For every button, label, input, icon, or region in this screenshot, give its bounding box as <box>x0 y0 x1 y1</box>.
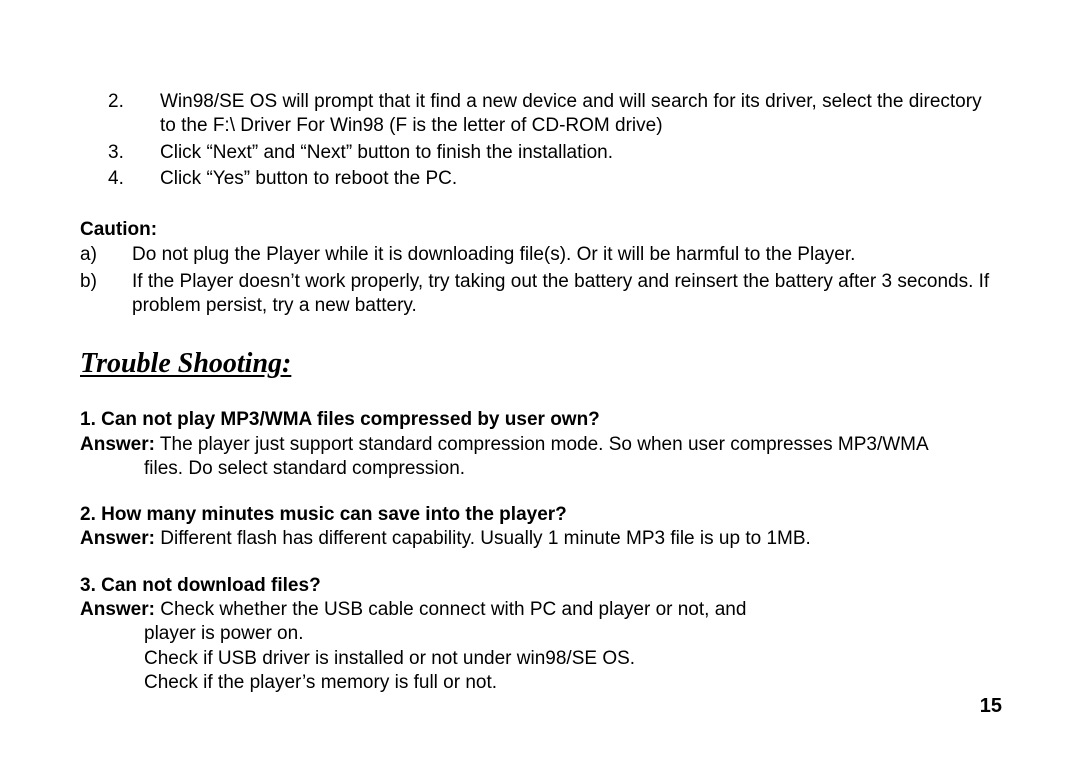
list-item: b) If the Player doesn’t work properly, … <box>80 270 1000 319</box>
list-number: 2. <box>80 90 160 139</box>
answer-label: Answer: <box>80 528 155 549</box>
qa-answer-line: Answer: Check whether the USB cable conn… <box>80 598 1000 622</box>
qa-item: 3. Can not download files? Answer: Check… <box>80 574 1000 696</box>
qa-answer-line: Answer: The player just support standard… <box>80 433 1000 457</box>
list-letter: a) <box>80 243 132 267</box>
list-number: 4. <box>80 167 160 191</box>
list-item: 2. Win98/SE OS will prompt that it find … <box>80 90 1000 139</box>
answer-label: Answer: <box>80 434 155 455</box>
qa-item: 1. Can not play MP3/WMA files compressed… <box>80 408 1000 481</box>
page-number: 15 <box>980 695 1002 718</box>
list-item: 3. Click “Next” and “Next” button to fin… <box>80 141 1000 165</box>
answer-text: Check whether the USB cable connect with… <box>155 599 746 620</box>
answer-text: Different flash has different capability… <box>155 528 811 549</box>
list-letter: b) <box>80 270 132 319</box>
qa-answer-line: Answer: Different flash has different ca… <box>80 527 1000 551</box>
list-text: Win98/SE OS will prompt that it find a n… <box>160 90 1000 139</box>
answer-text: The player just support standard compres… <box>155 434 929 455</box>
qa-question: 2. How many minutes music can save into … <box>80 503 1000 527</box>
qa-answer-line: player is power on. <box>80 622 1000 646</box>
caution-heading: Caution: <box>80 219 1000 241</box>
list-item: a) Do not plug the Player while it is do… <box>80 243 1000 267</box>
qa-question: 3. Can not download files? <box>80 574 1000 598</box>
section-title: Trouble Shooting: <box>80 348 1000 380</box>
document-page: 2. Win98/SE OS will prompt that it find … <box>0 0 1080 764</box>
qa-answer-line: files. Do select standard compression. <box>80 457 1000 481</box>
list-text: Do not plug the Player while it is downl… <box>132 243 1000 267</box>
list-text: If the Player doesn’t work properly, try… <box>132 270 1000 319</box>
list-text: Click “Next” and “Next” button to finish… <box>160 141 1000 165</box>
qa-answer-line: Check if the player’s memory is full or … <box>80 671 1000 695</box>
answer-label: Answer: <box>80 599 155 620</box>
list-number: 3. <box>80 141 160 165</box>
qa-item: 2. How many minutes music can save into … <box>80 503 1000 552</box>
list-item: 4. Click “Yes” button to reboot the PC. <box>80 167 1000 191</box>
qa-question: 1. Can not play MP3/WMA files compressed… <box>80 408 1000 432</box>
qa-answer-line: Check if USB driver is installed or not … <box>80 647 1000 671</box>
list-text: Click “Yes” button to reboot the PC. <box>160 167 1000 191</box>
